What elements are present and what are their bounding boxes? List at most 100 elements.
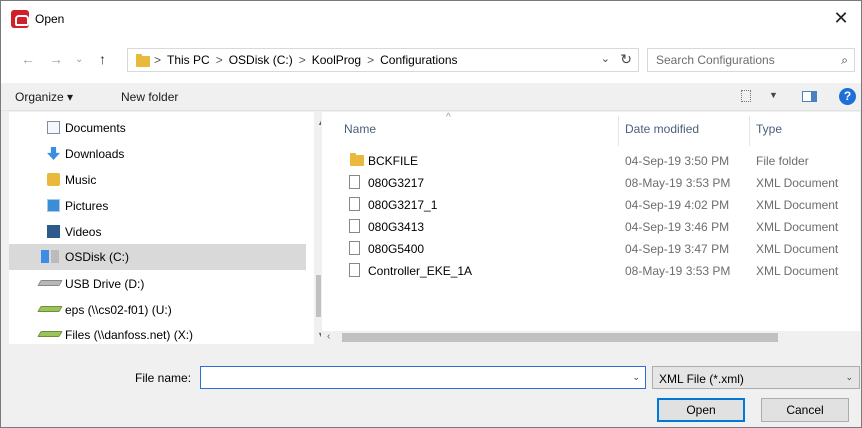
- file-icon: [349, 263, 360, 277]
- file-type-filter-select[interactable]: XML File (*.xml) ⌄: [652, 366, 860, 389]
- nav-item-label: Pictures: [65, 199, 109, 213]
- breadcrumb-separator: >: [154, 53, 162, 67]
- nav-item-documents[interactable]: Documents: [9, 115, 306, 140]
- file-name: BCKFILE: [368, 154, 419, 168]
- file-name: 080G3413: [368, 220, 425, 234]
- file-date: 08-May-19 3:53 PM: [625, 264, 731, 278]
- address-dropdown-chevron-icon[interactable]: ⌄: [601, 52, 610, 65]
- file-date: 04-Sep-19 3:46 PM: [625, 220, 730, 234]
- search-icon[interactable]: ⌕: [841, 53, 848, 68]
- organize-button[interactable]: Organize ▾: [15, 90, 73, 104]
- file-type: XML Document: [756, 220, 839, 234]
- column-divider[interactable]: [749, 116, 750, 146]
- recent-locations-chevron-icon[interactable]: ⌄: [75, 54, 83, 65]
- nav-item-label: USB Drive (D:): [65, 277, 145, 291]
- breadcrumb-this-pc[interactable]: This PC: [167, 53, 210, 67]
- navigation-pane-scrollbar[interactable]: ▲ ▼: [314, 112, 321, 344]
- breadcrumb-separator: >: [215, 53, 223, 67]
- file-name-dropdown-chevron-icon[interactable]: ⌄: [632, 372, 640, 383]
- file-name: 080G3217: [368, 176, 425, 190]
- nav-item-files[interactable]: Files (\\danfoss.net) (X:): [9, 322, 306, 344]
- file-icon: [349, 241, 360, 255]
- file-row[interactable]: 080G3217_1 04-Sep-19 4:02 PM XML Documen…: [322, 193, 860, 215]
- file-list: ^ Name Date modified Type BCKFILE 04-Sep…: [322, 112, 860, 344]
- file-icon: [349, 175, 360, 189]
- navigation-pane: Documents Downloads Music Pictures Video…: [9, 112, 321, 344]
- search-box: ⌕: [647, 48, 855, 72]
- nav-item-label: OSDisk (C:): [65, 250, 129, 264]
- open-dialog: Open ✕ ← → ⌄ ↑ > This PC > OSDisk (C:) >…: [0, 0, 862, 428]
- breadcrumb-configurations[interactable]: Configurations: [380, 53, 457, 67]
- nav-item-label: eps (\\cs02-f01) (U:): [65, 303, 172, 317]
- nav-item-usb-drive[interactable]: USB Drive (D:): [9, 271, 306, 296]
- column-header-type[interactable]: Type: [756, 122, 782, 136]
- nav-item-osdisk[interactable]: OSDisk (C:): [9, 244, 306, 270]
- breadcrumb-separator: >: [298, 53, 306, 67]
- search-input[interactable]: [656, 53, 826, 67]
- column-divider[interactable]: [618, 116, 619, 146]
- breadcrumb-separator: >: [367, 53, 375, 67]
- breadcrumb-koolprog[interactable]: KoolProg: [312, 53, 361, 67]
- help-icon[interactable]: ?: [839, 88, 856, 105]
- file-type: XML Document: [756, 198, 839, 212]
- file-name-label: File name:: [135, 371, 192, 385]
- breadcrumb-osdisk[interactable]: OSDisk (C:): [229, 53, 293, 67]
- file-name-combobox: ⌄: [200, 366, 646, 389]
- new-folder-button[interactable]: New folder: [121, 90, 178, 104]
- address-bar[interactable]: > This PC > OSDisk (C:) > KoolProg > Con…: [127, 48, 639, 72]
- file-type: File folder: [756, 154, 809, 168]
- nav-item-pictures[interactable]: Pictures: [9, 193, 306, 218]
- sort-ascending-icon: ^: [446, 112, 451, 123]
- title-bar: Open ✕: [1, 1, 861, 37]
- nav-item-downloads[interactable]: Downloads: [9, 141, 306, 166]
- nav-item-videos[interactable]: Videos: [9, 219, 306, 244]
- nav-item-music[interactable]: Music: [9, 167, 306, 192]
- cancel-button[interactable]: Cancel: [761, 398, 849, 422]
- back-arrow-icon[interactable]: ←: [21, 51, 35, 67]
- file-name: Controller_EKE_1A: [368, 264, 473, 278]
- nav-item-label: Downloads: [65, 147, 125, 161]
- window-title: Open: [35, 12, 65, 26]
- file-row[interactable]: Controller_EKE_1A 08-May-19 3:53 PM XML …: [322, 259, 860, 281]
- music-icon: [47, 173, 60, 186]
- file-list-horizontal-scrollbar[interactable]: ‹: [322, 331, 860, 344]
- breadcrumb: > This PC > OSDisk (C:) > KoolProg > Con…: [154, 53, 458, 67]
- file-date: 04-Sep-19 3:50 PM: [625, 154, 730, 168]
- videos-icon: [47, 225, 60, 238]
- file-name-input[interactable]: [205, 370, 615, 384]
- column-header-date-modified[interactable]: Date modified: [625, 122, 699, 136]
- file-row[interactable]: 080G3413 04-Sep-19 3:46 PM XML Document: [322, 215, 860, 237]
- up-arrow-icon[interactable]: ↑: [99, 51, 106, 67]
- scroll-down-icon[interactable]: ▼: [317, 330, 321, 340]
- nav-item-label: Music: [65, 173, 97, 187]
- scrollbar-thumb[interactable]: [342, 333, 778, 342]
- file-icon: [349, 197, 360, 211]
- forward-arrow-icon[interactable]: →: [49, 51, 63, 67]
- open-button[interactable]: Open: [657, 398, 745, 422]
- file-row[interactable]: 080G5400 04-Sep-19 3:47 PM XML Document: [322, 237, 860, 259]
- scrollbar-thumb[interactable]: [316, 275, 321, 317]
- file-row[interactable]: 080G3217 08-May-19 3:53 PM XML Document: [322, 171, 860, 193]
- close-icon[interactable]: ✕: [829, 7, 853, 31]
- refresh-icon[interactable]: ↻: [620, 51, 632, 68]
- nav-item-label: Videos: [65, 225, 102, 239]
- command-toolbar: Organize ▾ New folder ▼ ?: [1, 83, 861, 111]
- column-header-name[interactable]: Name: [344, 122, 376, 136]
- scroll-left-icon[interactable]: ‹: [327, 331, 330, 342]
- pictures-icon: [47, 199, 60, 212]
- chevron-down-icon: ⌄: [845, 372, 853, 382]
- file-name: 080G3217_1: [368, 198, 438, 212]
- folder-icon: [350, 153, 364, 166]
- file-date: 08-May-19 3:53 PM: [625, 176, 731, 190]
- file-type: XML Document: [756, 176, 839, 190]
- scroll-up-icon[interactable]: ▲: [317, 117, 321, 127]
- view-options-chevron-icon[interactable]: ▼: [769, 90, 778, 100]
- change-view-icon[interactable]: [741, 90, 751, 102]
- folder-icon: [136, 54, 150, 67]
- network-drive-icon: [37, 331, 63, 337]
- nav-item-eps[interactable]: eps (\\cs02-f01) (U:): [9, 297, 306, 322]
- file-row[interactable]: BCKFILE 04-Sep-19 3:50 PM File folder: [322, 149, 860, 171]
- preview-pane-icon[interactable]: [802, 91, 817, 102]
- file-date: 04-Sep-19 3:47 PM: [625, 242, 730, 256]
- nav-item-label: Files (\\danfoss.net) (X:): [65, 328, 194, 342]
